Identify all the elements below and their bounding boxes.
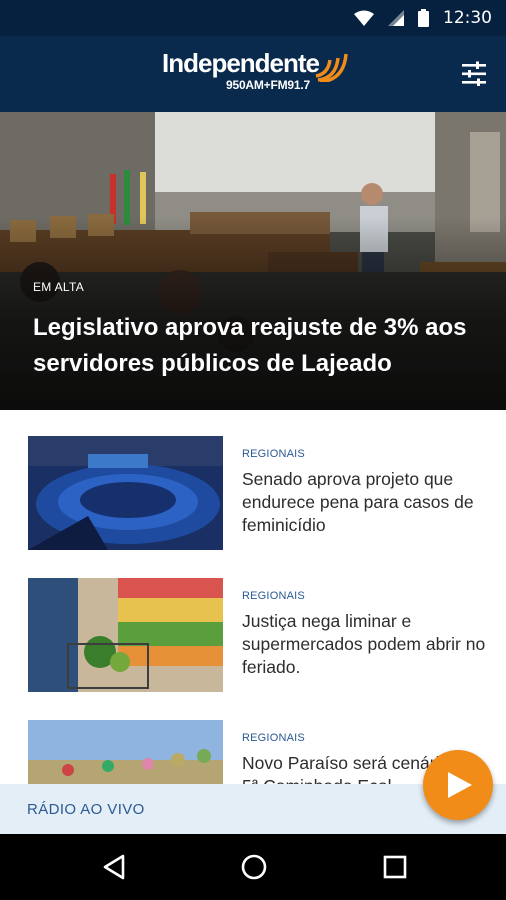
featured-article[interactable]: EM ALTA Legislativo aprova reajuste de 3…	[0, 112, 506, 410]
logo-title: Independente	[162, 48, 320, 78]
battery-icon	[418, 9, 429, 27]
wifi-icon	[354, 10, 374, 26]
broadcast-waves-icon	[315, 53, 348, 82]
play-button[interactable]	[423, 750, 493, 820]
news-title: Justiça nega liminar e supermercados pod…	[242, 611, 486, 677]
recent-apps-icon[interactable]	[380, 852, 410, 882]
live-radio-label: RÁDIO AO VIVO	[27, 801, 145, 818]
news-thumbnail	[28, 578, 223, 692]
app-bar: Independente 950AM+FM91.7	[0, 36, 506, 112]
featured-tag: EM ALTA	[33, 280, 85, 294]
news-category: REGIONAIS	[242, 448, 305, 460]
signal-icon	[388, 10, 404, 26]
featured-title: Legislativo aprova reajuste de 3% aos se…	[33, 314, 467, 377]
news-item[interactable]: REGIONAIS Senado aprova projeto que endu…	[0, 436, 506, 566]
home-icon[interactable]	[239, 852, 269, 882]
app-logo[interactable]: Independente 950AM+FM91.7	[162, 48, 352, 100]
menu-icon[interactable]	[460, 60, 488, 88]
news-thumbnail	[28, 720, 223, 784]
back-icon[interactable]	[99, 852, 129, 882]
play-icon	[448, 772, 472, 798]
status-icons: 12:30	[354, 7, 492, 29]
status-bar: 12:30	[0, 0, 506, 36]
news-category: REGIONAIS	[242, 590, 305, 602]
news-category: REGIONAIS	[242, 732, 305, 744]
system-nav-bar	[0, 834, 506, 900]
news-title: Senado aprova projeto que endurece pena …	[242, 469, 474, 535]
news-item[interactable]: REGIONAIS Justiça nega liminar e superme…	[0, 578, 506, 708]
news-thumbnail	[28, 436, 223, 550]
status-time: 12:30	[443, 8, 492, 28]
logo-subtitle: 950AM+FM91.7	[226, 78, 310, 92]
news-list: REGIONAIS Senado aprova projeto que endu…	[0, 410, 506, 784]
